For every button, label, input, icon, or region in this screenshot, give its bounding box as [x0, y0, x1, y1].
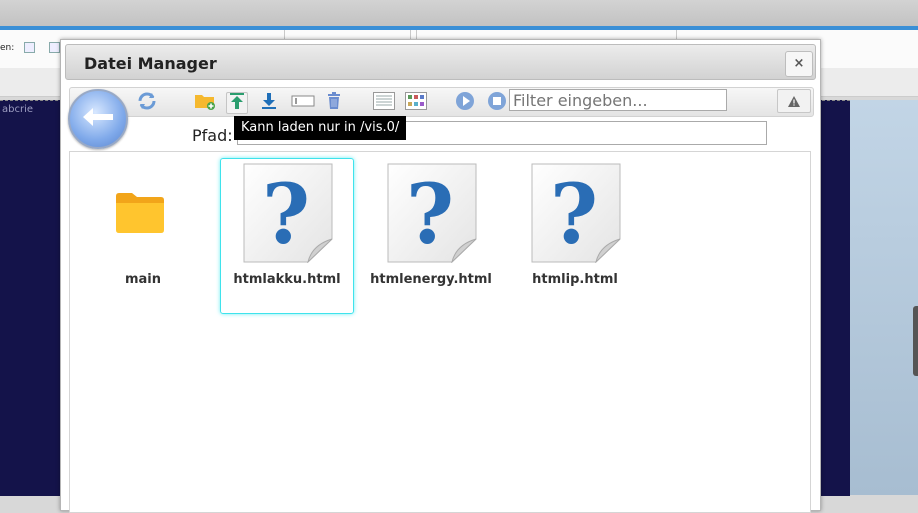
- arrow-left-icon: [81, 106, 115, 132]
- file-manager-dialog: Datei Manager × Filter eingeben... Pfad:…: [60, 39, 821, 513]
- svg-text:?: ?: [550, 167, 598, 263]
- unknown-file-icon: ?: [242, 163, 334, 267]
- warning-icon: [788, 92, 800, 111]
- upload-button[interactable]: [226, 92, 248, 114]
- align-icon[interactable]: [24, 42, 35, 53]
- new-folder-button[interactable]: [194, 92, 216, 114]
- align-icon[interactable]: [49, 42, 60, 53]
- file-item-htmlenergy[interactable]: ? htmlenergy.html: [364, 158, 498, 314]
- tooltip: Kann laden nur in /vis.0/: [234, 116, 407, 140]
- back-button[interactable]: [68, 89, 128, 149]
- dialog-titlebar[interactable]: Datei Manager ×: [65, 44, 816, 80]
- delete-button[interactable]: [323, 92, 345, 114]
- list-view-button[interactable]: [372, 92, 396, 114]
- stop-button[interactable]: [486, 92, 508, 114]
- play-button[interactable]: [454, 92, 476, 114]
- svg-text:?: ?: [262, 167, 310, 263]
- file-list: main ? htmlakku.html ? htmlenergy.html ?…: [69, 151, 811, 513]
- dialog-title: Datei Manager: [84, 54, 217, 73]
- path-label: Pfad:: [192, 126, 233, 145]
- download-button[interactable]: [258, 92, 280, 114]
- unknown-file-icon: ?: [386, 163, 478, 267]
- file-item-htmlip[interactable]: ? htmlip.html: [508, 158, 642, 314]
- file-name: htmlakku.html: [233, 272, 341, 287]
- folder-icon: [115, 192, 165, 238]
- canvas-text: abcrie: [2, 104, 34, 115]
- file-item-htmlakku[interactable]: ? htmlakku.html: [220, 158, 354, 314]
- refresh-button[interactable]: [136, 92, 158, 114]
- refresh-icon: [137, 91, 157, 115]
- file-name: htmlenergy.html: [370, 272, 492, 287]
- panel-handle[interactable]: [913, 306, 918, 376]
- svg-text:?: ?: [406, 167, 454, 263]
- grid-view-button[interactable]: [404, 92, 428, 114]
- rename-icon: [291, 93, 315, 113]
- app-header: [0, 0, 918, 26]
- list-view-icon: [373, 92, 395, 114]
- rename-button[interactable]: [290, 92, 316, 114]
- file-name: htmlip.html: [532, 272, 618, 287]
- unknown-file-icon: ?: [530, 163, 622, 267]
- play-icon: [455, 91, 475, 115]
- side-panel: [850, 100, 918, 495]
- close-button[interactable]: ×: [785, 51, 813, 77]
- new-folder-icon: [194, 91, 216, 115]
- grid-view-icon: [405, 92, 427, 114]
- warning-button[interactable]: [777, 89, 811, 113]
- file-name: main: [124, 272, 162, 287]
- delete-icon: [326, 92, 342, 114]
- file-item-main[interactable]: main: [76, 158, 210, 314]
- app-toolbar-label: en:: [0, 43, 15, 53]
- filter-input[interactable]: [509, 89, 727, 111]
- upload-icon: [228, 92, 246, 114]
- download-icon: [260, 92, 278, 114]
- stop-icon: [487, 91, 507, 115]
